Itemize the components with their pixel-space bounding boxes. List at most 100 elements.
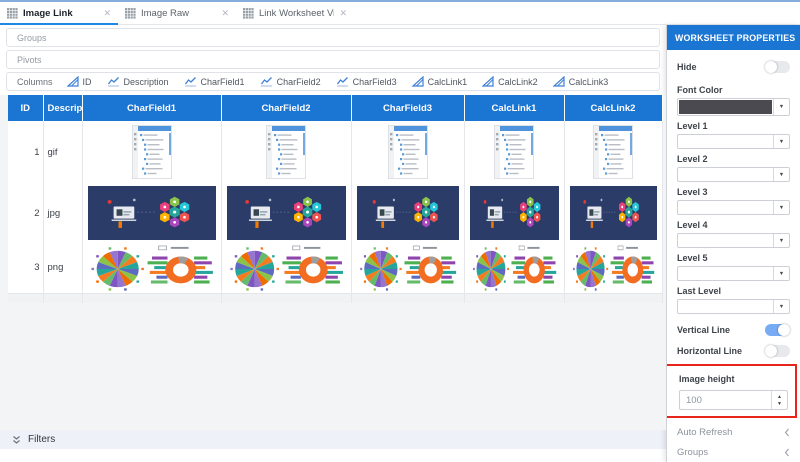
column-chip-calclink3[interactable]: CalcLink3 [553, 76, 609, 87]
cell-image[interactable] [351, 183, 464, 243]
chip-label: CalcLink1 [428, 77, 468, 87]
char-field-icon [107, 76, 120, 87]
bottom-gap [0, 449, 666, 462]
cell-image-hub-infographic [570, 186, 657, 240]
groups-bar-label: Groups [17, 33, 47, 43]
level-label: Last Level [677, 286, 790, 296]
vertical-line-toggle[interactable] [765, 324, 790, 336]
cell-id[interactable]: 3 [8, 243, 43, 293]
main-area: Groups Pivots Columns ID Description Cha… [0, 25, 800, 462]
cell-image-pie-charts [572, 245, 655, 291]
chip-label: CharField2 [277, 77, 321, 87]
column-chip-description[interactable]: Description [107, 76, 169, 87]
level-select-4[interactable]: ▼ [677, 233, 790, 248]
chip-label: Description [124, 77, 169, 87]
cell-image[interactable] [82, 183, 221, 243]
hide-toggle[interactable] [765, 61, 790, 73]
close-icon[interactable]: ✕ [221, 9, 229, 18]
cell-image[interactable] [221, 121, 351, 183]
tab-image-raw[interactable]: Image Raw ✕ [118, 2, 236, 24]
font-color-select[interactable]: ▼ [677, 98, 790, 116]
hide-row: Hide [677, 60, 790, 74]
image-height-input[interactable]: 100 ▲ ▼ [679, 390, 788, 410]
cell-image[interactable] [82, 243, 221, 293]
column-chip-calclink1[interactable]: CalcLink1 [412, 76, 468, 87]
cell-image-hub-infographic [470, 186, 559, 240]
panel-title: WORKSHEET PROPERTIES [675, 33, 795, 43]
worksheet-table[interactable]: IDDescript...CharField1CharField2CharFie… [8, 95, 663, 303]
chip-label: CharField1 [201, 77, 245, 87]
panel-body: Hide Font Color ▼ Level 1 ▼ Level 2 ▼ Le… [667, 50, 800, 462]
column-chip-charfield1[interactable]: CharField1 [184, 76, 245, 87]
cell-image[interactable] [221, 183, 351, 243]
cell-image[interactable] [564, 121, 662, 183]
column-header-charfield1[interactable]: CharField1 [82, 95, 221, 121]
column-chip-id[interactable]: ID [67, 76, 92, 87]
cell-image-pie-charts [90, 245, 214, 291]
level-select-3[interactable]: ▼ [677, 200, 790, 215]
spinner-up-icon[interactable]: ▲ [777, 394, 782, 400]
column-header-calclink2[interactable]: CalcLink2 [564, 95, 662, 121]
calc-field-icon [482, 76, 494, 87]
pivots-bar[interactable]: Pivots [6, 50, 660, 69]
cell-image[interactable] [82, 121, 221, 183]
close-icon[interactable]: ✕ [339, 9, 347, 18]
level-select-6[interactable]: ▼ [677, 299, 790, 314]
column-header-calclink1[interactable]: CalcLink1 [464, 95, 564, 121]
cell-image[interactable] [464, 243, 564, 293]
column-chip-charfield3[interactable]: CharField3 [336, 76, 397, 87]
table-row: 2jpg [8, 183, 662, 243]
table-row: 1gif [8, 121, 662, 183]
level-select-1[interactable]: ▼ [677, 134, 790, 149]
cell-id[interactable]: 1 [8, 121, 43, 183]
cell-description[interactable]: png [43, 243, 82, 293]
level-select-value [678, 267, 773, 280]
section-groups[interactable]: Groups [677, 447, 790, 458]
tab-link-worksheet-view[interactable]: Link Worksheet View ✕ [236, 2, 354, 24]
tab-label: Image Link [23, 8, 98, 19]
level-select-2[interactable]: ▼ [677, 167, 790, 182]
image-height-annotation-box: Image height 100 ▲ ▼ [667, 364, 797, 418]
grid-icon [7, 8, 18, 19]
level-label: Level 3 [677, 187, 790, 197]
column-header-charfield3[interactable]: CharField3 [351, 95, 464, 121]
number-spinner[interactable]: ▲ ▼ [771, 391, 787, 409]
columns-bar[interactable]: Columns ID Description CharField1 CharFi… [6, 72, 660, 91]
cell-image[interactable] [221, 243, 351, 293]
cell-image[interactable] [564, 183, 662, 243]
tab-image-link[interactable]: Image Link ✕ [0, 2, 118, 24]
table-footer-row [8, 293, 662, 303]
horizontal-line-toggle[interactable] [765, 345, 790, 357]
cell-image[interactable] [464, 183, 564, 243]
column-chip-charfield2[interactable]: CharField2 [260, 76, 321, 87]
cell-image-tree-screenshot [266, 125, 306, 179]
column-header-id[interactable]: ID [8, 95, 43, 121]
worksheet-properties-panel: WORKSHEET PROPERTIES Hide Font Color ▼ L… [666, 25, 800, 462]
cell-description[interactable]: jpg [43, 183, 82, 243]
cell-id[interactable]: 2 [8, 183, 43, 243]
column-header-descript[interactable]: Descript... [43, 95, 82, 121]
filters-bar[interactable]: Filters [0, 430, 666, 449]
chip-label: ID [83, 77, 92, 87]
cell-image[interactable] [564, 243, 662, 293]
column-chip-list: ID Description CharField1 CharField2 Cha… [67, 76, 609, 87]
chevron-left-icon [784, 448, 790, 457]
chevron-down-icon: ▼ [773, 201, 789, 214]
spinner-down-icon[interactable]: ▼ [777, 401, 782, 407]
section-auto-refresh[interactable]: Auto Refresh [677, 427, 790, 438]
level-select-value [678, 201, 773, 214]
cell-image-hub-infographic [227, 186, 346, 240]
column-header-charfield2[interactable]: CharField2 [221, 95, 351, 121]
columns-bar-label: Columns [17, 77, 53, 87]
section-label: Groups [677, 447, 708, 458]
cell-image[interactable] [351, 121, 464, 183]
cell-image[interactable] [464, 121, 564, 183]
cell-image[interactable] [351, 243, 464, 293]
double-chevron-down-icon [12, 435, 21, 445]
chip-label: CharField3 [353, 77, 397, 87]
groups-bar[interactable]: Groups [6, 28, 660, 47]
level-select-5[interactable]: ▼ [677, 266, 790, 281]
cell-description[interactable]: gif [43, 121, 82, 183]
close-icon[interactable]: ✕ [103, 9, 111, 18]
column-chip-calclink2[interactable]: CalcLink2 [482, 76, 538, 87]
